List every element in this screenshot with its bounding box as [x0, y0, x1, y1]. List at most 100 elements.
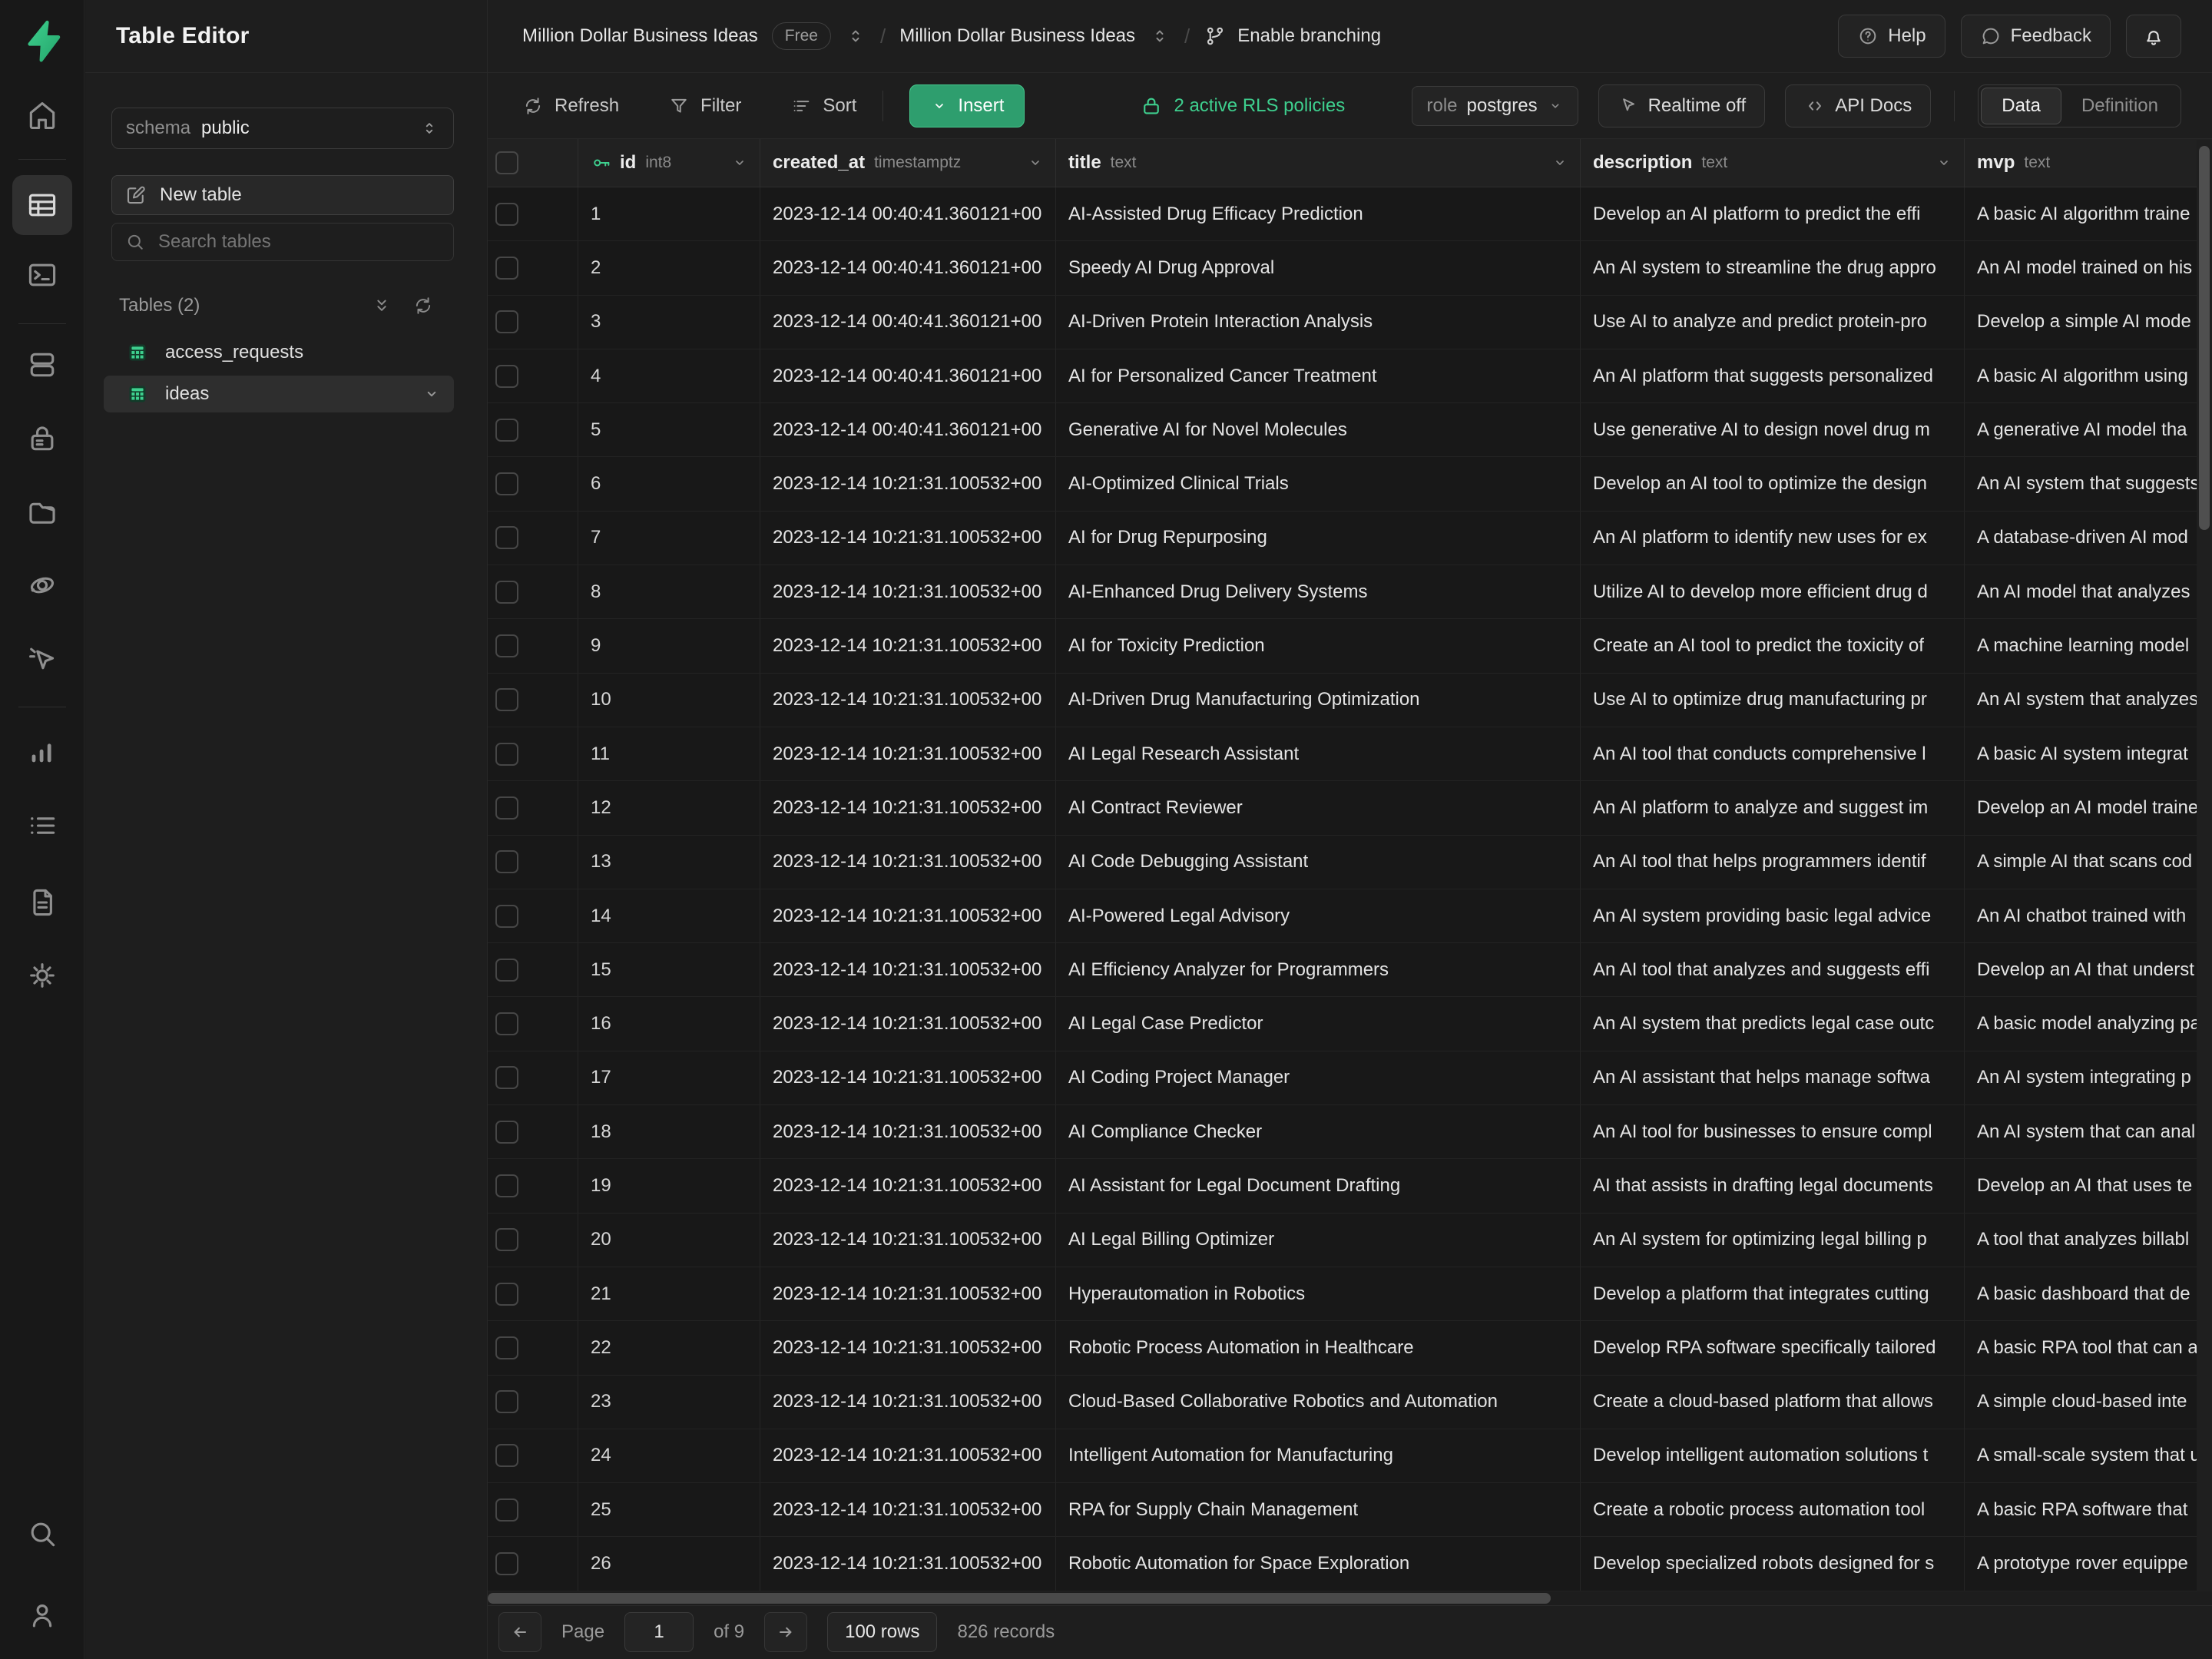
auth-icon[interactable] — [25, 422, 59, 455]
cell-title[interactable]: AI-Powered Legal Advisory — [1056, 889, 1581, 942]
cell-created-at[interactable]: 2023-12-14 10:21:31.100532+00 — [760, 1267, 1056, 1320]
cell-mvp[interactable]: An AI model that analyzes — [1965, 565, 2212, 618]
cell-mvp[interactable]: Develop a simple AI mode — [1965, 296, 2212, 349]
cell-mvp[interactable]: A basic RPA software that — [1965, 1483, 2212, 1536]
cell-id[interactable]: 5 — [578, 403, 760, 456]
breadcrumb-entity[interactable]: Million Dollar Business Ideas — [899, 25, 1135, 47]
rows-per-page-select[interactable]: 100 rows — [827, 1612, 937, 1652]
cell-id[interactable]: 14 — [578, 889, 760, 942]
column-header-title[interactable]: title text — [1056, 139, 1581, 187]
sidebar-item-access-requests[interactable]: access_requests — [104, 334, 454, 371]
cell-mvp[interactable]: An AI system that suggests — [1965, 457, 2212, 510]
cell-description[interactable]: Develop specialized robots designed for … — [1581, 1537, 1965, 1590]
select-all-checkbox[interactable] — [495, 151, 518, 174]
cell-mvp[interactable]: A machine learning model — [1965, 619, 2212, 672]
enable-branching-button[interactable]: Enable branching — [1204, 25, 1381, 48]
cell-title[interactable]: AI-Driven Protein Interaction Analysis — [1056, 296, 1581, 349]
cell-title[interactable]: AI Assistant for Legal Document Drafting — [1056, 1159, 1581, 1212]
cell-id[interactable]: 17 — [578, 1051, 760, 1104]
api-docs-icon[interactable] — [25, 886, 59, 919]
chevron-down-icon[interactable] — [422, 384, 442, 404]
cell-title[interactable]: AI-Driven Drug Manufacturing Optimizatio… — [1056, 674, 1581, 727]
cell-description[interactable]: AI that assists in drafting legal docume… — [1581, 1159, 1965, 1212]
cell-title[interactable]: AI-Assisted Drug Efficacy Prediction — [1056, 187, 1581, 240]
cell-created-at[interactable]: 2023-12-14 00:40:41.360121+00 — [760, 403, 1056, 456]
cell-description[interactable]: An AI tool that conducts comprehensive l — [1581, 727, 1965, 780]
row-checkbox[interactable] — [495, 1498, 518, 1522]
cell-description[interactable]: Use generative AI to design novel drug m — [1581, 403, 1965, 456]
cell-created-at[interactable]: 2023-12-14 10:21:31.100532+00 — [760, 674, 1056, 727]
row-checkbox[interactable] — [495, 743, 518, 766]
cell-created-at[interactable]: 2023-12-14 10:21:31.100532+00 — [760, 457, 1056, 510]
row-checkbox[interactable] — [495, 526, 518, 549]
cell-description[interactable]: An AI platform to identify new uses for … — [1581, 512, 1965, 565]
cell-title[interactable]: AI Code Debugging Assistant — [1056, 836, 1581, 889]
row-checkbox[interactable] — [495, 1121, 518, 1144]
row-checkbox[interactable] — [495, 688, 518, 711]
cell-description[interactable]: An AI system to streamline the drug appr… — [1581, 241, 1965, 294]
cell-id[interactable]: 18 — [578, 1105, 760, 1158]
cell-id[interactable]: 7 — [578, 512, 760, 565]
supabase-logo-icon[interactable] — [22, 20, 62, 63]
cell-mvp[interactable]: A basic RPA tool that can a — [1965, 1321, 2212, 1374]
cell-description[interactable]: An AI system that predicts legal case ou… — [1581, 997, 1965, 1050]
cell-mvp[interactable]: A basic AI algorithm using — [1965, 349, 2212, 402]
cell-mvp[interactable]: An AI system integrating p — [1965, 1051, 2212, 1104]
cell-title[interactable]: AI-Enhanced Drug Delivery Systems — [1056, 565, 1581, 618]
row-checkbox[interactable] — [495, 634, 518, 657]
row-checkbox[interactable] — [495, 581, 518, 604]
cell-id[interactable]: 3 — [578, 296, 760, 349]
settings-icon[interactable] — [25, 959, 59, 992]
previous-page-button[interactable] — [498, 1612, 541, 1652]
vertical-scrollbar-thumb[interactable] — [2199, 146, 2210, 530]
row-checkbox[interactable] — [495, 1552, 518, 1575]
collapse-all-icon[interactable] — [371, 295, 392, 316]
cell-id[interactable]: 8 — [578, 565, 760, 618]
cell-mvp[interactable]: Develop an AI model traine — [1965, 781, 2212, 834]
cell-description[interactable]: An AI tool that helps programmers identi… — [1581, 836, 1965, 889]
cell-id[interactable]: 25 — [578, 1483, 760, 1536]
cell-created-at[interactable]: 2023-12-14 10:21:31.100532+00 — [760, 565, 1056, 618]
cell-mvp[interactable]: An AI system that can anal — [1965, 1105, 2212, 1158]
chevrons-up-down-icon[interactable] — [1149, 25, 1171, 47]
cell-mvp[interactable]: An AI chatbot trained with — [1965, 889, 2212, 942]
cell-id[interactable]: 6 — [578, 457, 760, 510]
row-checkbox[interactable] — [495, 1283, 518, 1306]
cell-id[interactable]: 24 — [578, 1429, 760, 1482]
cell-created-at[interactable]: 2023-12-14 10:21:31.100532+00 — [760, 1537, 1056, 1590]
cell-title[interactable]: Speedy AI Drug Approval — [1056, 241, 1581, 294]
cell-description[interactable]: An AI platform that suggests personalize… — [1581, 349, 1965, 402]
cell-created-at[interactable]: 2023-12-14 10:21:31.100532+00 — [760, 997, 1056, 1050]
database-icon[interactable] — [25, 348, 59, 382]
next-page-button[interactable] — [764, 1612, 807, 1652]
sql-editor-icon[interactable] — [25, 258, 59, 292]
cell-description[interactable]: Develop an AI platform to predict the ef… — [1581, 187, 1965, 240]
cell-id[interactable]: 16 — [578, 997, 760, 1050]
cell-description[interactable]: Utilize AI to develop more efficient dru… — [1581, 565, 1965, 618]
cell-description[interactable]: An AI assistant that helps manage softwa — [1581, 1051, 1965, 1104]
breadcrumb-project[interactable]: Million Dollar Business Ideas — [522, 25, 758, 47]
cell-mvp[interactable]: A simple AI that scans cod — [1965, 836, 2212, 889]
cell-id[interactable]: 10 — [578, 674, 760, 727]
cell-id[interactable]: 23 — [578, 1376, 760, 1429]
notifications-button[interactable] — [2126, 15, 2181, 58]
row-checkbox[interactable] — [495, 1390, 518, 1413]
chevron-down-icon[interactable] — [1026, 154, 1045, 172]
cell-description[interactable]: Create a cloud-based platform that allow… — [1581, 1376, 1965, 1429]
row-checkbox[interactable] — [495, 1012, 518, 1035]
cell-title[interactable]: AI Legal Case Predictor — [1056, 997, 1581, 1050]
cell-description[interactable]: Use AI to analyze and predict protein-pr… — [1581, 296, 1965, 349]
cell-id[interactable]: 26 — [578, 1537, 760, 1590]
cell-created-at[interactable]: 2023-12-14 10:21:31.100532+00 — [760, 1483, 1056, 1536]
insert-button[interactable]: Insert — [909, 84, 1025, 127]
cell-description[interactable]: Develop an AI tool to optimize the desig… — [1581, 457, 1965, 510]
cell-title[interactable]: Cloud-Based Collaborative Robotics and A… — [1056, 1376, 1581, 1429]
cell-title[interactable]: Generative AI for Novel Molecules — [1056, 403, 1581, 456]
row-checkbox[interactable] — [495, 1336, 518, 1359]
cell-mvp[interactable]: An AI model trained on his — [1965, 241, 2212, 294]
cell-description[interactable]: Develop RPA software specifically tailor… — [1581, 1321, 1965, 1374]
cell-mvp[interactable]: A generative AI model tha — [1965, 403, 2212, 456]
cell-mvp[interactable]: A basic model analyzing pa — [1965, 997, 2212, 1050]
cell-description[interactable]: An AI platform to analyze and suggest im — [1581, 781, 1965, 834]
cell-id[interactable]: 20 — [578, 1214, 760, 1267]
